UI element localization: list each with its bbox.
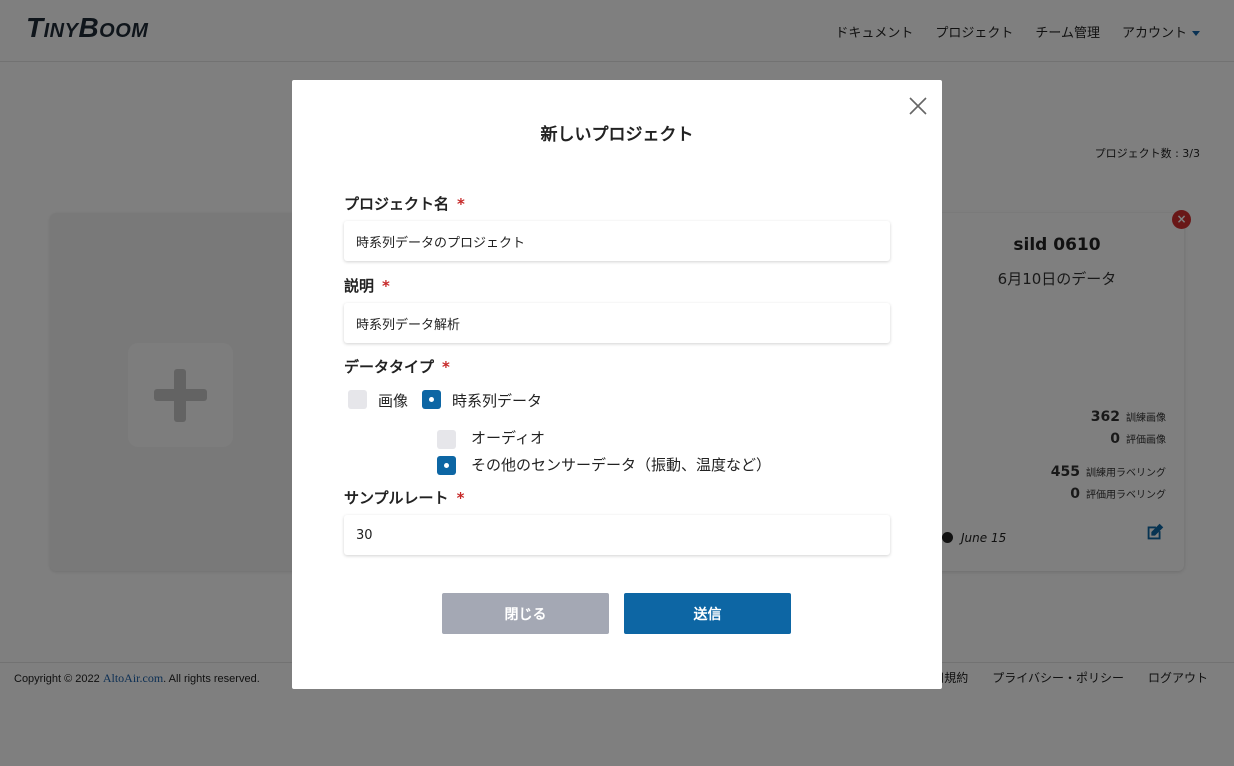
sample-rate-input[interactable] [344, 515, 890, 555]
label-text: データタイプ [344, 358, 435, 376]
project-name-input[interactable] [344, 221, 890, 261]
checkbox-time-series[interactable] [422, 390, 441, 409]
checkbox-image[interactable] [348, 390, 367, 409]
new-project-modal: 新しいプロジェクト プロジェクト名 * 説明 * データタイプ * 画像 時系列データ… [292, 80, 942, 689]
required-mark: * [456, 489, 465, 507]
label-text: サンプルレート [344, 489, 449, 507]
checkbox-image-label[interactable]: 画像 [378, 390, 408, 411]
checkbox-other-sensor-label[interactable]: その他のセンサーデータ（振動、温度など） [471, 454, 771, 475]
required-mark: * [457, 195, 465, 213]
required-mark: * [382, 277, 390, 295]
label-text: 説明 [344, 277, 375, 295]
required-mark: * [442, 358, 450, 376]
close-icon[interactable] [908, 96, 928, 116]
project-name-label: プロジェクト名 * [344, 193, 465, 214]
modal-title: 新しいプロジェクト [540, 125, 694, 145]
data-type-label: データタイプ * [344, 356, 450, 377]
description-label: 説明 * [344, 275, 390, 296]
close-button[interactable]: 閉じる [442, 593, 609, 634]
submit-button[interactable]: 送信 [624, 593, 791, 634]
label-text: プロジェクト名 [344, 195, 450, 213]
checkbox-time-series-label[interactable]: 時系列データ [452, 390, 542, 411]
checkbox-audio-label[interactable]: オーディオ [471, 427, 545, 448]
checkbox-other-sensor[interactable] [437, 456, 456, 475]
sample-rate-label: サンプルレート * [344, 487, 464, 508]
description-input[interactable] [344, 303, 890, 343]
checkbox-audio[interactable] [437, 430, 456, 449]
